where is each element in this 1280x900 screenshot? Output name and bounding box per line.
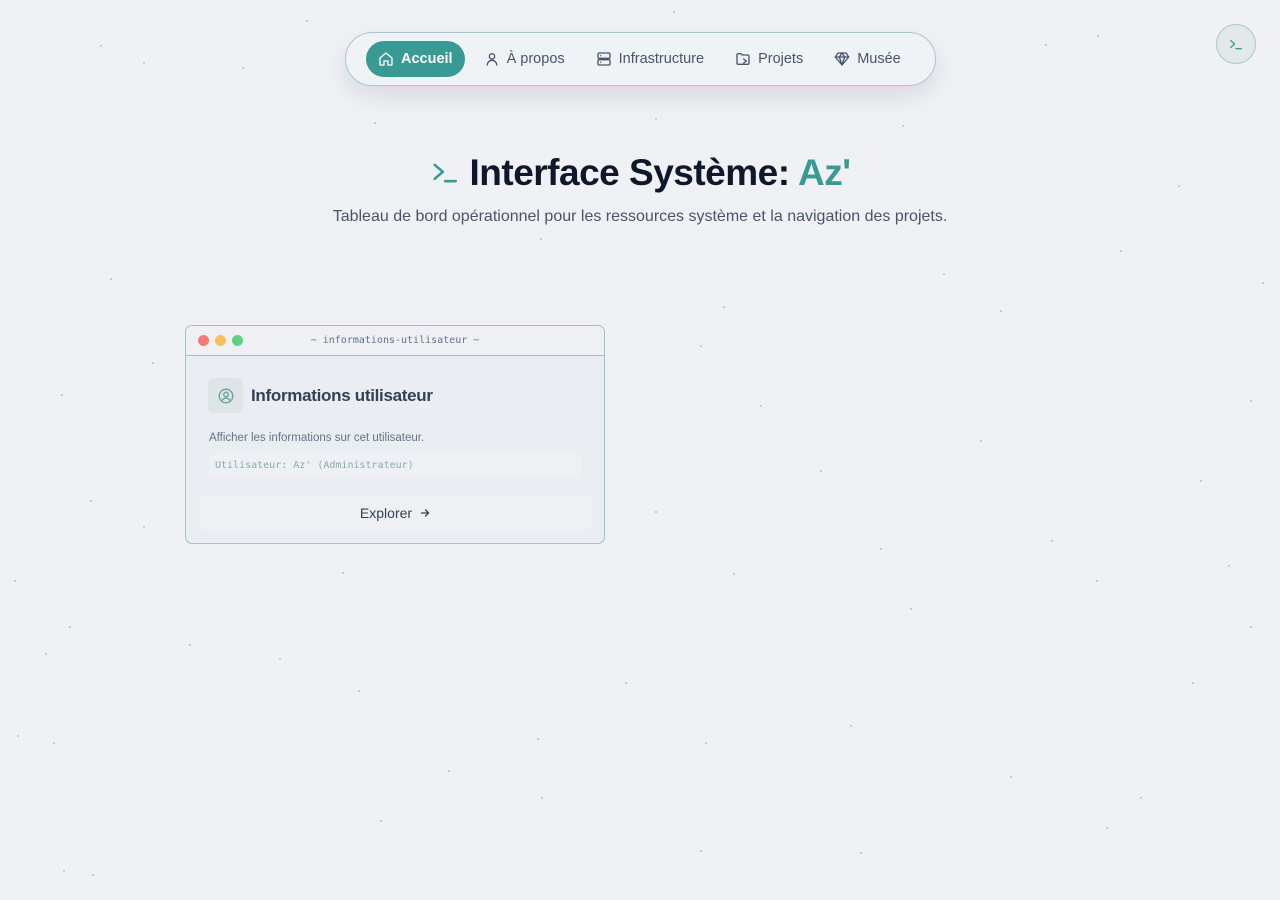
card-description: Afficher les informations sur cet utilis… [209, 432, 425, 444]
terminal-button[interactable] [1216, 24, 1256, 64]
arrow-right-icon [420, 508, 430, 517]
user-icon [486, 53, 497, 66]
nav-item-a-propos[interactable]: À propos [472, 41, 577, 77]
page-title: Interface Système: Az' [0, 152, 1280, 194]
nav-item-infrastructure[interactable]: Infrastructure [584, 41, 716, 77]
nav-item-label: Musée [857, 51, 901, 67]
gem-icon [834, 52, 850, 66]
card-window-bar: ~ informations-utilisateur ~ [186, 326, 604, 356]
nav-item-label: Infrastructure [618, 51, 705, 67]
nav-item-projets[interactable]: Projets [723, 41, 815, 77]
explore-button[interactable]: Explorer [199, 495, 592, 530]
card-title: Informations utilisateur [251, 385, 433, 405]
card-header: Informations utilisateur [208, 378, 433, 413]
page-subtitle: Tableau de bord opérationnel pour les re… [332, 208, 948, 225]
folder-icon [736, 53, 750, 65]
terminal-icon [432, 163, 457, 183]
explore-button-label: Explorer [359, 504, 413, 521]
main-nav: Accueil À propos Infrastructure Projets … [345, 32, 936, 86]
user-field: Utilisateur: Az' (Administrateur) [209, 454, 581, 478]
page-title-accent: Az' [797, 152, 851, 193]
nav-item-musee[interactable]: Musée [822, 41, 913, 77]
nav-item-label: Accueil [401, 51, 453, 67]
card-window-title: ~ informations-utilisateur ~ [310, 335, 480, 346]
home-icon [379, 52, 393, 66]
nav-item-label: Projets [758, 51, 804, 67]
page-title-main: Interface Système: [469, 152, 791, 193]
terminal-icon [1230, 40, 1242, 50]
user-info-card: ~ informations-utilisateur ~ Information… [185, 325, 605, 544]
nav-item-label: À propos [506, 51, 565, 67]
server-icon [596, 52, 611, 66]
user-circle-icon [208, 378, 243, 413]
nav-item-accueil[interactable]: Accueil [366, 41, 465, 77]
